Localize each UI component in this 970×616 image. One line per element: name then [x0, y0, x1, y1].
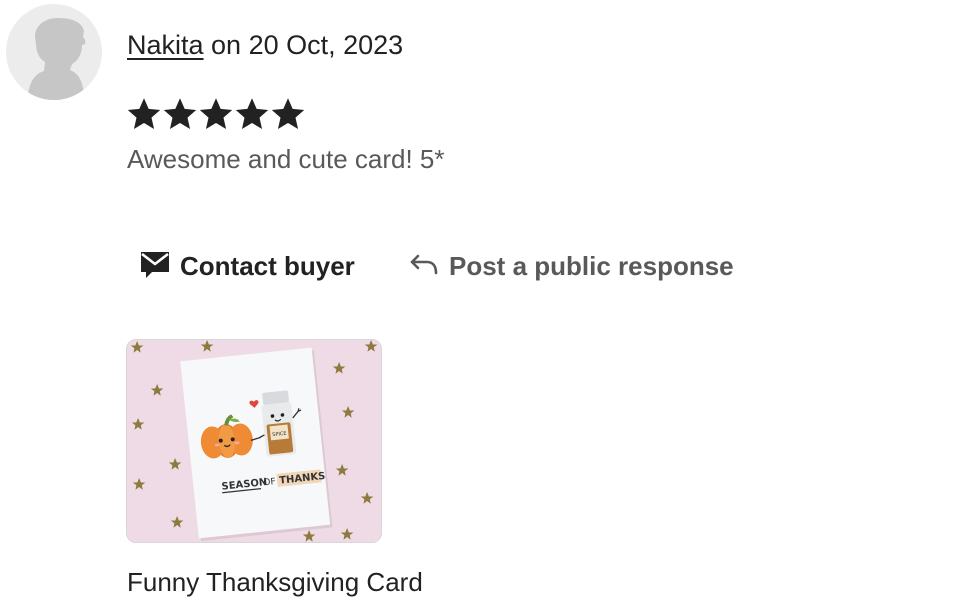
star-icon: [271, 98, 305, 129]
contact-buyer-label: Contact buyer: [180, 250, 355, 281]
reply-arrow-icon: [408, 247, 440, 286]
review-date: on 20 Oct, 2023: [203, 30, 404, 60]
star-icon: [199, 98, 233, 129]
product-title-link[interactable]: Funny Thanksgiving Card: [127, 565, 423, 599]
product-thumbnail[interactable]: SPICE SEASON OF THANKS: [126, 339, 382, 543]
star-icon: [235, 98, 269, 129]
review-text: Awesome and cute card! 5*: [127, 144, 445, 174]
reviewer-name-link[interactable]: Nakita: [127, 30, 204, 60]
star-rating: [126, 95, 306, 133]
envelope-icon: [139, 247, 171, 286]
star-icon: [127, 98, 161, 129]
contact-buyer-button[interactable]: Contact buyer: [139, 246, 355, 286]
card-word-of: OF: [263, 477, 276, 488]
post-public-response-button[interactable]: Post a public response: [408, 246, 734, 286]
star-icon: [163, 98, 197, 129]
review-header: Nakita on 20 Oct, 2023: [127, 28, 403, 62]
thanksgiving-card-image: SPICE SEASON OF THANKS: [127, 340, 381, 542]
post-public-response-label: Post a public response: [449, 250, 734, 281]
default-user-silhouette-icon: [28, 18, 86, 100]
reviewer-avatar: [6, 4, 102, 100]
